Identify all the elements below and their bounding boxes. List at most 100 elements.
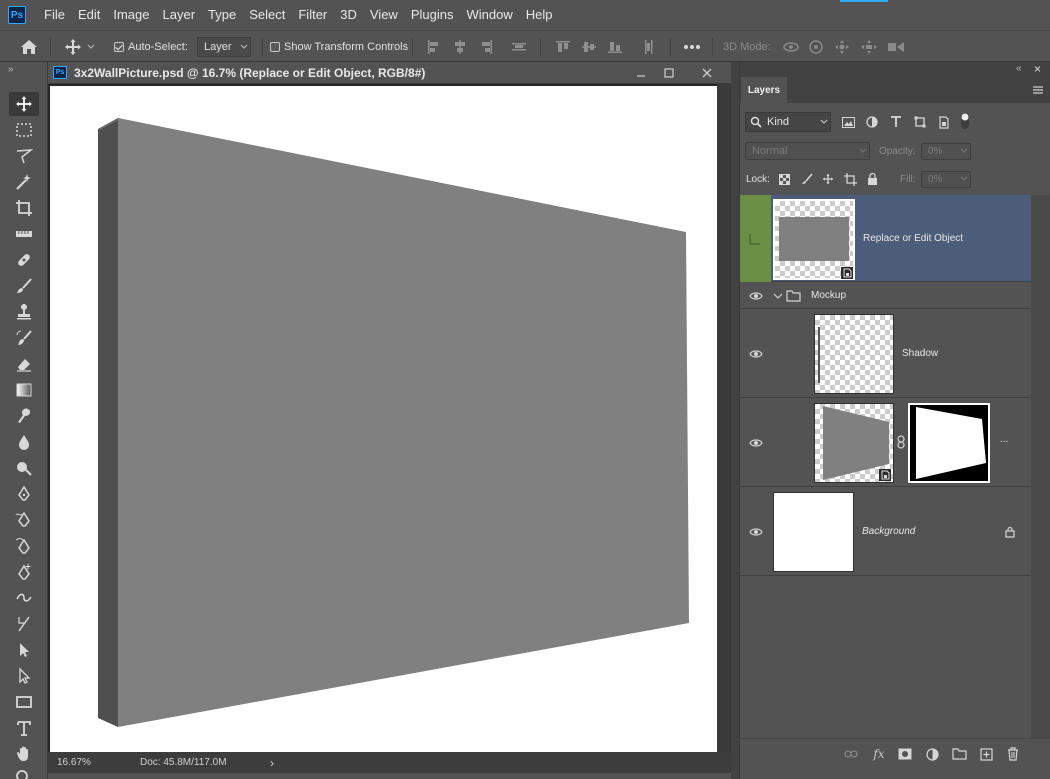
layer-thumbnail[interactable] bbox=[773, 199, 855, 280]
layer-filter-select[interactable]: Kind bbox=[745, 112, 831, 132]
direct-selection-tool-icon[interactable] bbox=[9, 638, 39, 662]
panel-menu-icon[interactable] bbox=[1032, 85, 1044, 95]
curvature-pen-tool-icon[interactable] bbox=[9, 534, 39, 558]
menu-filter[interactable]: Filter bbox=[292, 0, 334, 30]
distribute-icon[interactable] bbox=[512, 31, 526, 62]
history-brush-tool-icon[interactable] bbox=[9, 326, 39, 350]
visibility-eye-icon[interactable] bbox=[740, 309, 771, 398]
layer-style-fx-icon[interactable]: fx bbox=[871, 746, 887, 762]
path-selection-tool-icon[interactable] bbox=[9, 612, 39, 636]
filter-smart-object-icon[interactable] bbox=[938, 116, 950, 129]
add-anchor-point-tool-icon[interactable] bbox=[9, 560, 39, 584]
3d-pan-icon[interactable] bbox=[834, 31, 850, 62]
menu-type[interactable]: Type bbox=[202, 0, 243, 30]
3d-orbit-icon[interactable] bbox=[782, 31, 800, 62]
document-canvas[interactable] bbox=[50, 86, 717, 752]
align-vertical-center-icon[interactable] bbox=[582, 31, 596, 62]
tab-layers[interactable]: Layers bbox=[741, 77, 787, 103]
layer-mask-thumbnail[interactable] bbox=[908, 403, 990, 483]
new-adjustment-layer-icon[interactable] bbox=[924, 746, 940, 762]
menu-select[interactable]: Select bbox=[243, 0, 292, 30]
document-tab[interactable]: Ps 3x2WallPicture.psd @ 16.7% (Replace o… bbox=[48, 62, 731, 84]
auto-select-target-select[interactable]: Layer bbox=[197, 36, 251, 57]
layer-name[interactable]: ... bbox=[1000, 434, 1008, 445]
3d-slide-icon[interactable] bbox=[860, 31, 878, 62]
layer-row-shadow[interactable]: Shadow bbox=[740, 309, 1031, 398]
menu-help[interactable]: Help bbox=[520, 0, 560, 30]
convert-point-tool-icon[interactable] bbox=[9, 586, 39, 610]
collapse-toolbar-icon[interactable]: » bbox=[8, 64, 14, 75]
menu-image[interactable]: Image bbox=[107, 0, 156, 30]
lock-artboard-icon[interactable] bbox=[844, 172, 857, 186]
healing-brush-tool-icon[interactable] bbox=[9, 248, 39, 272]
filter-shape-icon[interactable] bbox=[914, 116, 926, 128]
lock-image-pixels-icon[interactable] bbox=[801, 173, 813, 185]
layer-row-background[interactable]: Background bbox=[740, 487, 1031, 576]
layer-name[interactable]: Background bbox=[862, 526, 915, 537]
delete-layer-icon[interactable] bbox=[1005, 746, 1021, 762]
vertical-scrollbar[interactable] bbox=[717, 84, 731, 752]
minimize-icon[interactable] bbox=[632, 64, 650, 82]
layers-scrollbar[interactable] bbox=[1031, 195, 1050, 738]
clone-stamp-tool-icon[interactable] bbox=[9, 300, 39, 324]
align-right-icon[interactable] bbox=[479, 31, 493, 62]
type-tool-icon[interactable] bbox=[9, 716, 39, 740]
more-options-icon[interactable] bbox=[683, 31, 701, 62]
lasso-tool-icon[interactable] bbox=[9, 144, 39, 168]
ruler-tool-icon[interactable] bbox=[9, 222, 39, 246]
new-group-icon[interactable] bbox=[951, 746, 967, 762]
brush-tool-icon[interactable] bbox=[9, 274, 39, 298]
lock-transparent-pixels-icon[interactable] bbox=[779, 173, 790, 185]
fill-field[interactable]: 0% bbox=[921, 170, 971, 188]
zoom-tool-icon[interactable] bbox=[9, 766, 39, 779]
layer-thumbnail[interactable] bbox=[814, 314, 894, 394]
3d-scale-icon[interactable] bbox=[886, 31, 906, 62]
add-mask-icon[interactable] bbox=[897, 746, 913, 762]
layer-name[interactable]: Shadow bbox=[902, 348, 938, 359]
visibility-eye-icon[interactable] bbox=[740, 282, 771, 309]
filter-adjustment-icon[interactable] bbox=[866, 116, 878, 128]
pen-tool-icon[interactable] bbox=[9, 482, 39, 506]
zoom-level[interactable]: 16.67% bbox=[57, 757, 137, 768]
menu-view[interactable]: View bbox=[364, 0, 405, 30]
collapse-panel-icon[interactable]: « bbox=[1016, 63, 1022, 74]
filter-type-icon[interactable] bbox=[890, 116, 902, 128]
blur-tool-icon[interactable] bbox=[9, 430, 39, 454]
new-layer-icon[interactable] bbox=[978, 746, 994, 762]
menu-edit[interactable]: Edit bbox=[72, 0, 107, 30]
layer-row-replace-or-edit-object[interactable]: Replace or Edit Object bbox=[740, 195, 1031, 282]
close-panel-icon[interactable]: × bbox=[1034, 62, 1041, 76]
chevron-down-icon[interactable] bbox=[773, 292, 783, 300]
dodge-tool-icon[interactable] bbox=[9, 456, 39, 480]
maximize-icon[interactable] bbox=[660, 64, 678, 82]
align-top-icon[interactable] bbox=[556, 31, 570, 62]
align-left-icon[interactable] bbox=[427, 31, 441, 62]
layer-row-wall-smart-object[interactable]: ... bbox=[740, 398, 1031, 487]
menu-layer[interactable]: Layer bbox=[157, 0, 203, 30]
align-bottom-icon[interactable] bbox=[608, 31, 622, 62]
mask-link-icon[interactable] bbox=[897, 435, 905, 449]
crop-tool-icon[interactable] bbox=[9, 196, 39, 220]
gradient-tool-icon[interactable] bbox=[9, 378, 39, 402]
visibility-eye-icon[interactable] bbox=[740, 487, 771, 576]
show-transform-controls-checkbox[interactable]: Show Transform Controls bbox=[270, 31, 408, 62]
smudge-tool-icon[interactable] bbox=[9, 404, 39, 428]
move-tool-preset-icon[interactable] bbox=[64, 31, 95, 62]
align-horizontal-center-icon[interactable] bbox=[453, 31, 467, 62]
blend-mode-select[interactable]: Normal bbox=[745, 142, 870, 160]
distribute-vertical-icon[interactable] bbox=[642, 31, 656, 62]
status-menu-arrow-icon[interactable]: › bbox=[270, 756, 274, 770]
filter-toggle-icon[interactable] bbox=[960, 112, 970, 130]
3d-roll-icon[interactable] bbox=[808, 31, 824, 62]
path-select-arrow-icon[interactable] bbox=[9, 664, 39, 688]
rectangle-tool-icon[interactable] bbox=[9, 690, 39, 714]
layer-thumbnail[interactable] bbox=[814, 403, 894, 483]
canvas-area[interactable] bbox=[48, 84, 731, 752]
eraser-tool-icon[interactable] bbox=[9, 352, 39, 376]
opacity-field[interactable]: 0% bbox=[921, 142, 971, 160]
menu-plugins[interactable]: Plugins bbox=[405, 0, 461, 30]
hand-tool-icon[interactable] bbox=[9, 742, 39, 766]
lock-position-icon[interactable] bbox=[822, 173, 834, 185]
visibility-eye-icon[interactable] bbox=[740, 398, 771, 487]
magic-wand-tool-icon[interactable] bbox=[9, 170, 39, 194]
